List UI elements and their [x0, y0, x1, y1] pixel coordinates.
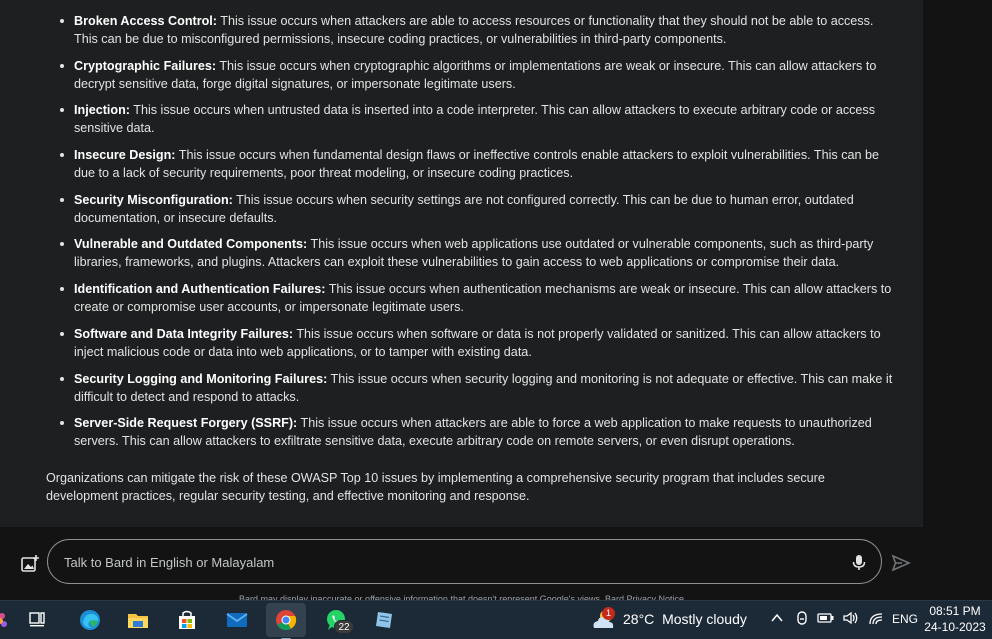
microphone-icon[interactable]	[851, 554, 867, 571]
task-view-icon	[29, 612, 45, 627]
language-indicator[interactable]: ENG	[892, 612, 918, 626]
prompt-input[interactable]	[64, 552, 824, 572]
issue-item: Vulnerable and Outdated Components: This…	[56, 235, 896, 271]
folder-icon	[128, 614, 148, 628]
issue-item: Insecure Design: This issue occurs when …	[56, 146, 896, 182]
meet-now-icon[interactable]	[794, 610, 810, 628]
edge-icon	[80, 610, 100, 630]
issue-title: Insecure Design:	[74, 148, 176, 163]
clock[interactable]: 08:51 PM 24-10-2023	[918, 603, 992, 635]
issue-title: Cryptographic Failures:	[74, 58, 217, 73]
volume-icon[interactable]	[842, 610, 860, 626]
issue-title: Security Misconfiguration:	[74, 192, 233, 207]
weather-temperature: 28°C	[623, 611, 655, 627]
issue-item: Software and Data Integrity Failures: Th…	[56, 325, 896, 361]
issue-item: Security Logging and Monitoring Failures…	[56, 370, 896, 406]
task-view-button[interactable]	[18, 603, 58, 637]
issue-item: Injection: This issue occurs when untrus…	[56, 101, 896, 137]
chrome-icon	[276, 610, 297, 631]
notes-button[interactable]	[364, 603, 404, 637]
chrome-button[interactable]	[266, 603, 306, 639]
mail-button[interactable]	[217, 603, 257, 637]
wifi-icon[interactable]	[868, 610, 884, 626]
issue-description: This issue occurs when untrusted data is…	[74, 103, 876, 136]
send-icon[interactable]	[891, 553, 911, 573]
issue-list: Broken Access Control: This issue occurs…	[56, 12, 896, 459]
clock-time: 08:51 PM	[929, 604, 981, 618]
issue-title: Software and Data Integrity Failures:	[74, 326, 294, 341]
whatsapp-badge: 22	[334, 620, 354, 634]
weather-condition: Mostly cloudy	[662, 611, 747, 627]
store-icon	[179, 610, 195, 629]
file-explorer-button[interactable]	[118, 603, 158, 637]
widgets-icon[interactable]	[0, 608, 10, 632]
issue-item: Broken Access Control: This issue occurs…	[56, 12, 896, 48]
issue-item: Security Misconfiguration: This issue oc…	[56, 191, 896, 227]
issue-title: Identification and Authentication Failur…	[74, 282, 326, 297]
weather-widget[interactable]: 1 28°C Mostly cloudy	[590, 606, 760, 634]
issue-item: Cryptographic Failures: This issue occur…	[56, 57, 896, 93]
issue-item: Server-Side Request Forgery (SSRF): This…	[56, 414, 896, 450]
store-button[interactable]	[167, 603, 207, 637]
issue-description: This issue occurs when fundamental desig…	[74, 148, 880, 181]
whatsapp-button[interactable]: 22	[316, 603, 356, 637]
add-image-icon[interactable]	[20, 554, 40, 574]
notes-icon	[376, 612, 392, 628]
issue-title: Injection:	[74, 103, 130, 118]
issue-title: Security Logging and Monitoring Failures…	[74, 371, 328, 386]
issue-title: Server-Side Request Forgery (SSRF):	[74, 416, 298, 431]
response-panel: Broken Access Control: This issue occurs…	[0, 0, 923, 527]
chevron-up-icon[interactable]	[770, 610, 784, 626]
weather-text: 28°C Mostly cloudy	[623, 611, 747, 627]
mail-icon	[226, 613, 248, 627]
issue-title: Broken Access Control:	[74, 14, 217, 28]
summary-paragraph: Organizations can mitigate the risk of t…	[46, 471, 825, 503]
issue-item: Identification and Authentication Failur…	[56, 280, 896, 316]
clock-date: 24-10-2023	[924, 620, 986, 634]
issue-title: Vulnerable and Outdated Components:	[74, 237, 308, 252]
edge-button[interactable]	[70, 603, 110, 637]
right-gutter	[923, 0, 992, 600]
prompt-box[interactable]	[47, 539, 882, 584]
battery-icon[interactable]	[817, 610, 835, 626]
weather-alert-badge: 1	[602, 607, 615, 620]
